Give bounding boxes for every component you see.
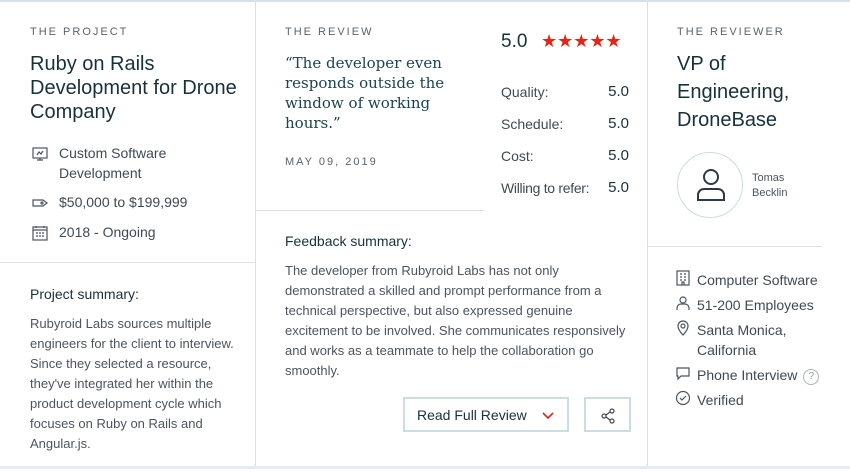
monitor-icon bbox=[32, 146, 48, 162]
row-divider bbox=[256, 210, 484, 211]
score-value: 5.0 bbox=[608, 115, 629, 132]
employees-text: 51-200 Employees bbox=[697, 297, 814, 313]
industry-text: Computer Software bbox=[697, 272, 818, 288]
price-tag-icon bbox=[32, 195, 48, 211]
read-full-review-button[interactable]: Read Full Review bbox=[403, 397, 569, 432]
help-icon[interactable]: ? bbox=[803, 369, 820, 385]
review-date: MAY 09, 2019 bbox=[285, 156, 378, 168]
share-button[interactable] bbox=[584, 397, 631, 432]
reviewer-title: VP of Engineering, DroneBase bbox=[677, 53, 790, 131]
overall-score: 5.0 bbox=[501, 31, 528, 52]
interview-row: Phone Interview? bbox=[697, 365, 820, 385]
review-card: THE PROJECT Ruby on Rails Development fo… bbox=[0, 0, 850, 472]
check-circle-icon bbox=[675, 390, 691, 406]
feedback-summary-text: The developer from Rubyroid Labs has not… bbox=[285, 263, 626, 378]
interview-text: Phone Interview bbox=[697, 367, 798, 383]
score-value: 5.0 bbox=[608, 147, 629, 164]
star-rating: ★★★★★ bbox=[541, 31, 622, 51]
score-value: 5.0 bbox=[608, 179, 629, 196]
location-pin-icon bbox=[675, 320, 691, 336]
project-summary-text: Rubyroid Labs sources multiple engineers… bbox=[30, 316, 234, 451]
share-icon bbox=[601, 408, 615, 424]
people-icon bbox=[675, 295, 691, 311]
score-label: Cost: bbox=[501, 148, 534, 164]
column-divider bbox=[255, 0, 256, 468]
project-section-label: THE PROJECT bbox=[30, 26, 129, 38]
verified-text: Verified bbox=[697, 392, 744, 408]
project-title: Ruby on Rails Development for Drone Comp… bbox=[30, 53, 237, 123]
score-value: 5.0 bbox=[608, 83, 629, 100]
building-icon bbox=[675, 270, 691, 286]
top-border bbox=[0, 0, 850, 2]
service-text: Custom Software Development bbox=[59, 145, 167, 181]
row-divider bbox=[0, 262, 255, 263]
score-label: Schedule: bbox=[501, 116, 564, 132]
avatar bbox=[677, 152, 743, 218]
score-label: Willing to refer: bbox=[501, 180, 590, 196]
calendar-icon bbox=[32, 225, 48, 241]
reviewer-name: Tomas Becklin bbox=[752, 172, 788, 199]
row-divider bbox=[648, 246, 822, 247]
reviewer-section-label: THE REVIEWER bbox=[677, 26, 785, 38]
budget-text: $50,000 to $199,999 bbox=[59, 194, 188, 210]
project-summary-label: Project summary: bbox=[30, 286, 139, 302]
feedback-summary-label: Feedback summary: bbox=[285, 233, 412, 249]
location-text: Santa Monica, California bbox=[697, 322, 787, 358]
column-divider bbox=[647, 0, 648, 468]
read-full-review-label: Read Full Review bbox=[417, 407, 527, 423]
chevron-down-icon bbox=[541, 409, 555, 423]
chat-bubble-icon bbox=[675, 365, 691, 381]
timeline-text: 2018 - Ongoing bbox=[59, 224, 156, 240]
review-quote: “The developer even responds outside the… bbox=[285, 54, 445, 132]
user-icon bbox=[697, 169, 725, 201]
review-section-label: THE REVIEW bbox=[285, 26, 374, 38]
score-label: Quality: bbox=[501, 84, 549, 100]
bottom-border bbox=[0, 466, 850, 469]
